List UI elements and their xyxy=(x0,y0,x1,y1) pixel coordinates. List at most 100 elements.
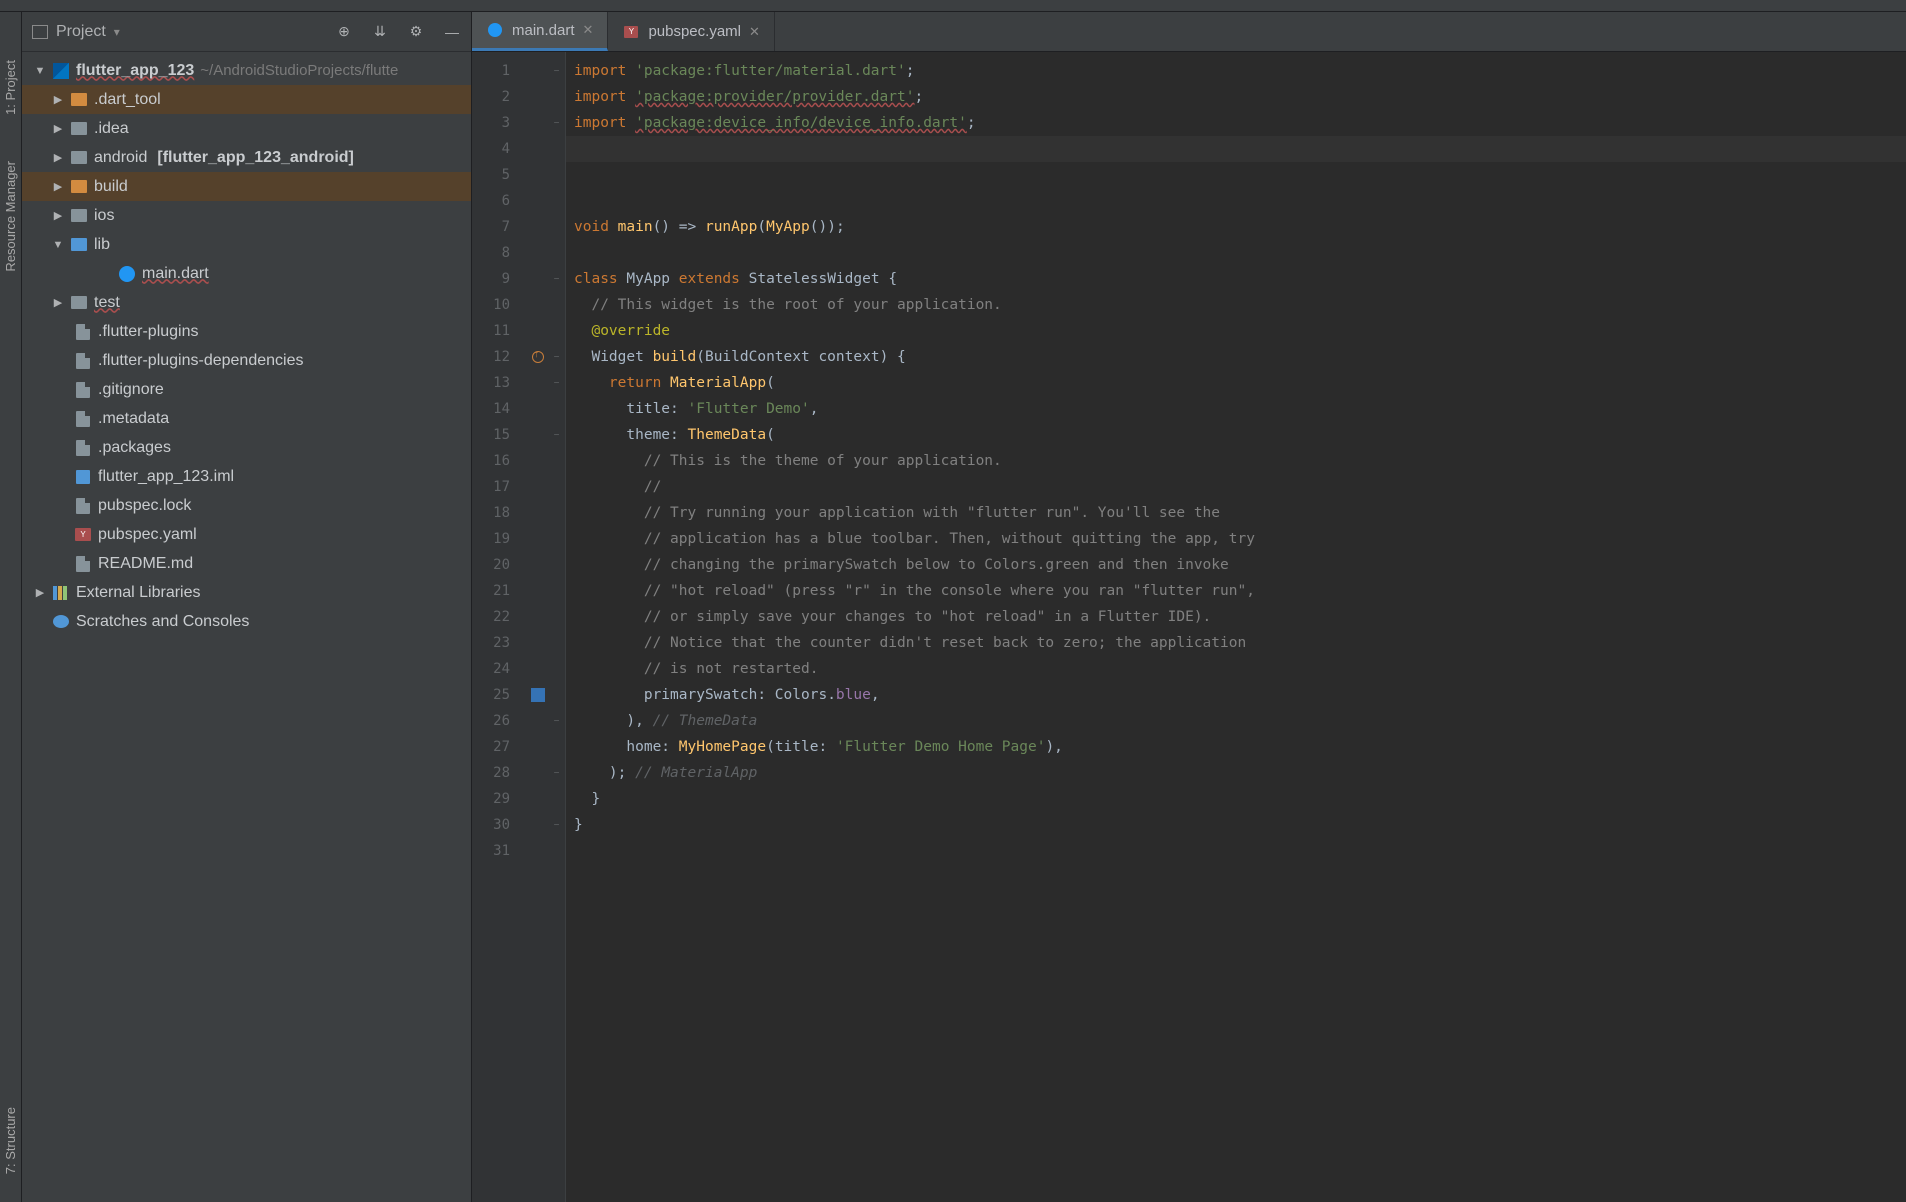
tree-pubspec-yaml[interactable]: Y pubspec.yaml xyxy=(22,520,471,549)
gutter-annotation xyxy=(528,734,548,760)
fold-marker[interactable] xyxy=(548,292,565,318)
tree-android[interactable]: ▶ android [flutter_app_123_android] xyxy=(22,143,471,172)
gutter-project[interactable]: 1: Project xyxy=(1,52,20,123)
tree-iml[interactable]: flutter_app_123.iml xyxy=(22,462,471,491)
fold-marker[interactable] xyxy=(548,500,565,526)
gutter-annotation xyxy=(528,760,548,786)
fold-marker[interactable] xyxy=(548,448,565,474)
tab-label: pubspec.yaml xyxy=(648,23,741,40)
line-number: 10 xyxy=(472,292,528,318)
fold-marker[interactable]: − xyxy=(548,370,565,396)
expand-icon[interactable]: ⇊ xyxy=(371,23,389,41)
override-icon[interactable] xyxy=(532,351,544,363)
fold-marker[interactable] xyxy=(548,84,565,110)
tree-dart-tool[interactable]: ▶ .dart_tool xyxy=(22,85,471,114)
code-editor[interactable]: 1234567891011121314151617181920212223242… xyxy=(472,52,1906,1202)
tree-main-dart[interactable]: main.dart xyxy=(22,259,471,288)
tree-readme[interactable]: README.md xyxy=(22,549,471,578)
code-content[interactable]: import 'package:flutter/material.dart'; … xyxy=(566,52,1906,1202)
fold-marker[interactable] xyxy=(548,552,565,578)
tree-build[interactable]: ▶ build xyxy=(22,172,471,201)
fold-marker[interactable] xyxy=(548,240,565,266)
gutter-annotation xyxy=(528,240,548,266)
line-number: 16 xyxy=(472,448,528,474)
module-label: [flutter_app_123_android] xyxy=(157,149,353,167)
gutter-annotation xyxy=(528,500,548,526)
fold-marker[interactable] xyxy=(548,214,565,240)
chevron-down-icon: ▼ xyxy=(34,65,46,77)
gutter-structure[interactable]: 7: Structure xyxy=(1,1099,20,1182)
fold-marker[interactable]: − xyxy=(548,58,565,84)
fold-marker[interactable] xyxy=(548,136,565,162)
annotation-gutter xyxy=(528,52,548,1202)
yaml-icon: Y xyxy=(622,24,640,40)
fold-marker[interactable] xyxy=(548,318,565,344)
fold-marker[interactable] xyxy=(548,630,565,656)
line-number: 28 xyxy=(472,760,528,786)
fold-gutter: −−−−−−−−− xyxy=(548,52,566,1202)
hide-icon[interactable]: — xyxy=(443,23,461,41)
item-label: README.md xyxy=(98,555,193,573)
yaml-icon: Y xyxy=(74,527,92,543)
gutter-annotation xyxy=(528,838,548,864)
fold-marker[interactable]: − xyxy=(548,760,565,786)
fold-marker[interactable] xyxy=(548,526,565,552)
tree-pubspec-lock[interactable]: pubspec.lock xyxy=(22,491,471,520)
fold-marker[interactable] xyxy=(548,734,565,760)
line-number: 15 xyxy=(472,422,528,448)
close-icon[interactable]: ✕ xyxy=(583,22,594,38)
gutter-resource-manager[interactable]: Resource Manager xyxy=(1,153,20,280)
chevron-down-icon: ▼ xyxy=(52,239,64,251)
tree-external-libs[interactable]: ▶ External Libraries xyxy=(22,578,471,607)
gutter-annotation xyxy=(528,396,548,422)
fold-marker[interactable]: − xyxy=(548,422,565,448)
gear-icon[interactable]: ⚙ xyxy=(407,23,425,41)
project-panel: Project ▾ ⊕ ⇊ ⚙ — ▼ flutter_app_123 ~/An… xyxy=(22,12,472,1202)
tree-flutter-plugins[interactable]: .flutter-plugins xyxy=(22,317,471,346)
tab-pubspec-yaml[interactable]: Y pubspec.yaml ✕ xyxy=(608,12,774,51)
fold-marker[interactable] xyxy=(548,682,565,708)
fold-marker[interactable] xyxy=(548,786,565,812)
color-swatch-icon[interactable] xyxy=(531,688,545,702)
gutter-annotation xyxy=(528,370,548,396)
tree-idea[interactable]: ▶ .idea xyxy=(22,114,471,143)
item-label: .metadata xyxy=(98,410,169,428)
fold-marker[interactable] xyxy=(548,656,565,682)
tree-metadata[interactable]: .metadata xyxy=(22,404,471,433)
fold-marker[interactable]: − xyxy=(548,344,565,370)
project-icon xyxy=(32,25,48,39)
project-view-selector[interactable]: Project ▾ xyxy=(32,23,335,41)
tree-root[interactable]: ▼ flutter_app_123 ~/AndroidStudioProject… xyxy=(22,56,471,85)
file-icon xyxy=(74,498,92,514)
tree-flutter-plugins-deps[interactable]: .flutter-plugins-dependencies xyxy=(22,346,471,375)
line-number: 11 xyxy=(472,318,528,344)
fold-marker[interactable] xyxy=(548,474,565,500)
fold-marker[interactable] xyxy=(548,578,565,604)
fold-marker[interactable]: − xyxy=(548,708,565,734)
gutter-annotation xyxy=(528,136,548,162)
line-number-gutter: 1234567891011121314151617181920212223242… xyxy=(472,52,528,1202)
fold-marker[interactable]: − xyxy=(548,110,565,136)
project-tree[interactable]: ▼ flutter_app_123 ~/AndroidStudioProject… xyxy=(22,52,471,636)
dart-file-icon xyxy=(118,266,136,282)
tree-lib[interactable]: ▼ lib xyxy=(22,230,471,259)
breadcrumb-bar xyxy=(0,0,1906,12)
tree-gitignore[interactable]: .gitignore xyxy=(22,375,471,404)
fold-marker[interactable]: − xyxy=(548,812,565,838)
tree-test[interactable]: ▶ test xyxy=(22,288,471,317)
tab-main-dart[interactable]: main.dart ✕ xyxy=(472,12,608,51)
fold-marker[interactable] xyxy=(548,188,565,214)
locate-icon[interactable]: ⊕ xyxy=(335,23,353,41)
fold-marker[interactable] xyxy=(548,838,565,864)
fold-marker[interactable]: − xyxy=(548,266,565,292)
tree-ios[interactable]: ▶ ios xyxy=(22,201,471,230)
fold-marker[interactable] xyxy=(548,396,565,422)
close-icon[interactable]: ✕ xyxy=(749,24,760,40)
gutter-annotation xyxy=(528,708,548,734)
tree-packages[interactable]: .packages xyxy=(22,433,471,462)
fold-marker[interactable] xyxy=(548,604,565,630)
chevron-right-icon: ▶ xyxy=(52,122,64,135)
fold-marker[interactable] xyxy=(548,162,565,188)
tree-scratches[interactable]: Scratches and Consoles xyxy=(22,607,471,636)
folder-icon xyxy=(70,92,88,108)
